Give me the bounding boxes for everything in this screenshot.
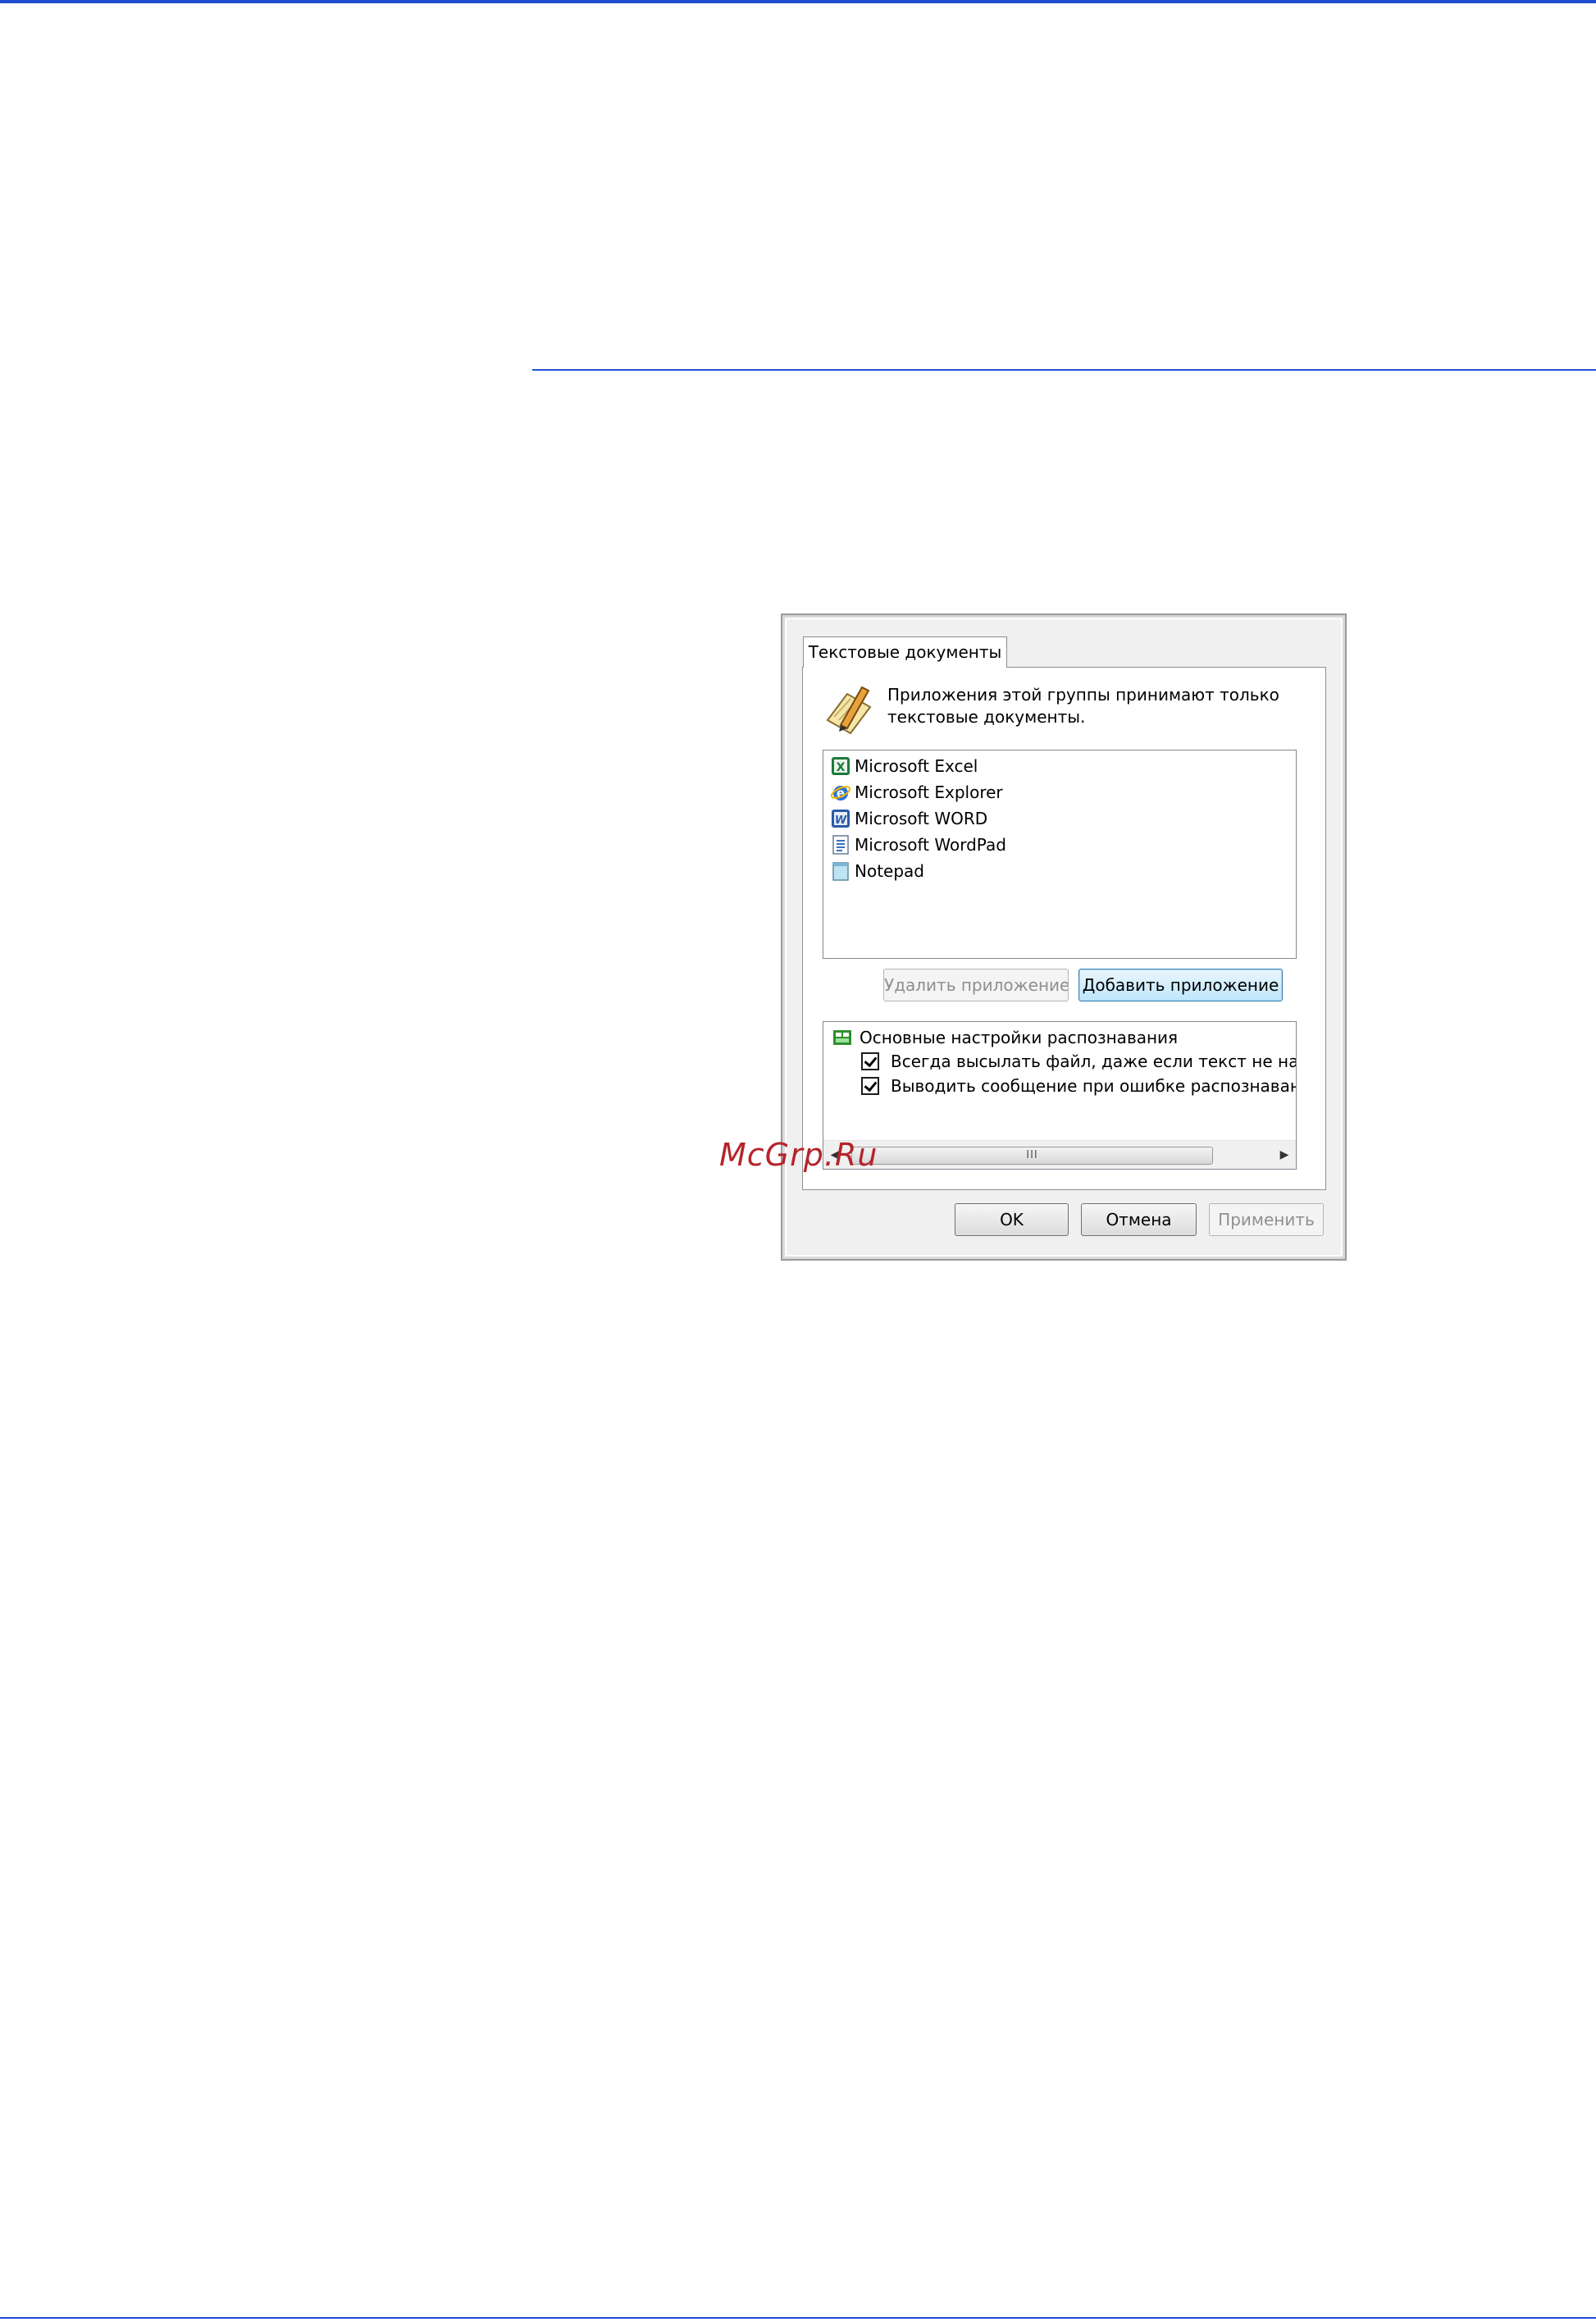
- list-item-label: Microsoft Explorer: [855, 782, 1003, 802]
- word-icon: W: [832, 810, 850, 828]
- application-list[interactable]: X Microsoft Excel e Microsoft Explorer W: [823, 750, 1297, 959]
- ok-button[interactable]: OK: [955, 1203, 1069, 1236]
- option-label: Всегда высылать файл, даже если текст не…: [891, 1052, 1297, 1071]
- internet-explorer-icon: e: [830, 786, 851, 801]
- list-item-notepad[interactable]: Notepad: [830, 859, 924, 883]
- tree-item-ocr-settings[interactable]: Основные настройки распознавания: [832, 1027, 1178, 1048]
- list-item-label: Microsoft Excel: [855, 756, 978, 776]
- list-item-excel[interactable]: X Microsoft Excel: [830, 754, 978, 778]
- notepad-pencil-icon: [826, 686, 872, 735]
- tree-item-label: Основные настройки распознавания: [860, 1028, 1179, 1047]
- cancel-button[interactable]: Отмена: [1081, 1203, 1197, 1236]
- list-item-word[interactable]: W Microsoft WORD: [830, 806, 987, 831]
- add-application-button[interactable]: Добавить приложение: [1078, 969, 1283, 1001]
- apply-button[interactable]: Применить: [1209, 1203, 1324, 1236]
- page-bottom-rule: [0, 2317, 1596, 2319]
- list-item-label: Microsoft WORD: [855, 809, 988, 828]
- tab-panel: Приложения этой группы принимают только …: [802, 667, 1326, 1190]
- ocr-settings-tree[interactable]: Основные настройки распознавания Всегда …: [823, 1021, 1297, 1170]
- option-show-error-message[interactable]: Выводить сообщение при ошибке распознава…: [861, 1076, 1297, 1096]
- list-item-label: Notepad: [855, 861, 924, 881]
- list-item-explorer[interactable]: e Microsoft Explorer: [830, 780, 1003, 805]
- list-item-label: Microsoft WordPad: [855, 835, 1006, 855]
- notepad-icon: [832, 862, 849, 881]
- scroll-right-arrow-icon[interactable]: ▶: [1275, 1141, 1294, 1169]
- svg-text:W: W: [835, 814, 847, 827]
- tab-text-documents[interactable]: Текстовые документы: [803, 636, 1007, 668]
- ocr-settings-icon: [833, 1030, 851, 1045]
- section-divider: [532, 369, 1596, 371]
- wordpad-icon: [832, 835, 849, 855]
- page-top-rule: [0, 0, 1596, 3]
- always-send-checkbox[interactable]: [861, 1052, 879, 1070]
- svg-text:X: X: [837, 761, 846, 774]
- horizontal-scrollbar[interactable]: ◀ III ▶: [823, 1140, 1296, 1169]
- show-error-checkbox[interactable]: [861, 1077, 879, 1095]
- excel-icon: X: [832, 757, 850, 775]
- option-label: Выводить сообщение при ошибке распознава…: [891, 1076, 1297, 1096]
- option-always-send-file[interactable]: Всегда высылать файл, даже если текст не…: [861, 1052, 1297, 1071]
- scroll-thumb[interactable]: III: [851, 1147, 1213, 1165]
- group-description: Приложения этой группы принимают только …: [887, 685, 1279, 727]
- watermark-text: McGrp.Ru: [719, 1137, 878, 1173]
- remove-application-button[interactable]: Удалить приложение: [883, 969, 1069, 1001]
- list-item-wordpad[interactable]: Microsoft WordPad: [830, 833, 1006, 857]
